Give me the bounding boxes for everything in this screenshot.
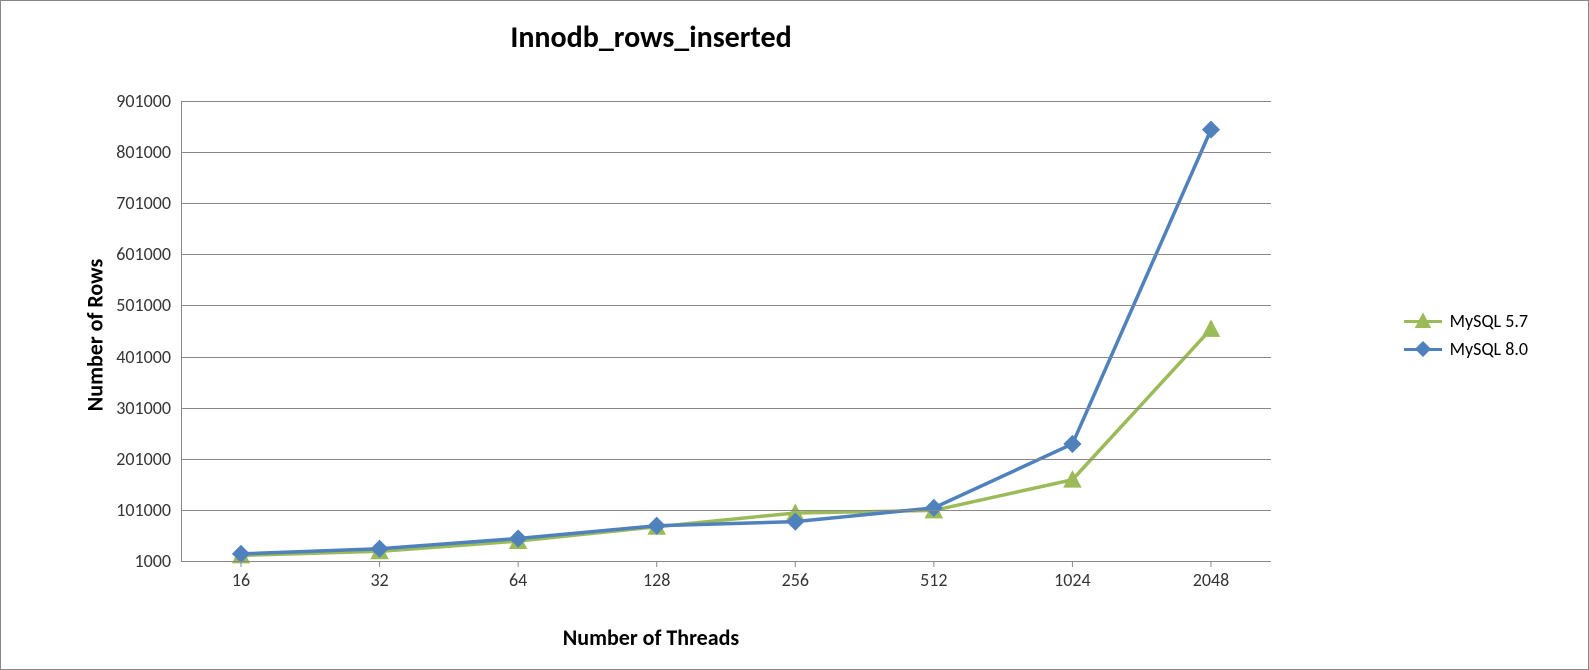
gridline <box>181 254 1271 255</box>
gridline <box>181 408 1271 409</box>
chart-frame: Innodb_rows_inserted Number of Rows Numb… <box>0 0 1589 670</box>
y-tick-label: 601000 <box>81 243 171 265</box>
gridline <box>181 305 1271 306</box>
x-axis-label: Number of Threads <box>1 624 1301 651</box>
series-line <box>241 130 1211 554</box>
y-tick-label: 801000 <box>81 141 171 163</box>
y-tick-label: 501000 <box>81 294 171 316</box>
series-marker <box>1203 321 1219 336</box>
plot-svg <box>181 101 1271 561</box>
plot-area: 1000101000201000301000401000501000601000… <box>181 101 1271 561</box>
x-tick-label: 128 <box>643 569 670 591</box>
legend: MySQL 5.7 MySQL 8.0 <box>1404 304 1528 366</box>
gridline <box>181 510 1271 511</box>
y-axis-label: Number of Rows <box>82 259 109 411</box>
gridline <box>181 459 1271 460</box>
y-tick-label: 201000 <box>81 448 171 470</box>
legend-label: MySQL 8.0 <box>1450 338 1528 360</box>
legend-label: MySQL 5.7 <box>1450 310 1528 332</box>
x-tick-label: 16 <box>232 569 250 591</box>
x-tick-label: 1024 <box>1054 569 1091 591</box>
gridline <box>181 561 1271 562</box>
legend-item: MySQL 8.0 <box>1404 338 1528 360</box>
x-tick-label: 256 <box>782 569 809 591</box>
x-tick-label: 512 <box>920 569 947 591</box>
y-tick-label: 701000 <box>81 192 171 214</box>
x-tick-label: 2048 <box>1193 569 1230 591</box>
gridline <box>181 357 1271 358</box>
y-tick-label: 901000 <box>81 90 171 112</box>
y-tick-label: 1000 <box>81 550 171 572</box>
x-tick-label: 64 <box>509 569 527 591</box>
legend-item: MySQL 5.7 <box>1404 310 1528 332</box>
chart-title: Innodb_rows_inserted <box>1 19 1301 56</box>
legend-swatch <box>1404 320 1442 323</box>
gridline <box>181 101 1271 102</box>
x-tick-label: 32 <box>370 569 388 591</box>
y-tick-label: 401000 <box>81 346 171 368</box>
series-marker <box>1064 436 1080 452</box>
series-marker <box>1203 122 1219 138</box>
y-tick-label: 101000 <box>81 499 171 521</box>
y-tick-label: 301000 <box>81 397 171 419</box>
gridline <box>181 152 1271 153</box>
gridline <box>181 203 1271 204</box>
legend-swatch <box>1404 348 1442 351</box>
